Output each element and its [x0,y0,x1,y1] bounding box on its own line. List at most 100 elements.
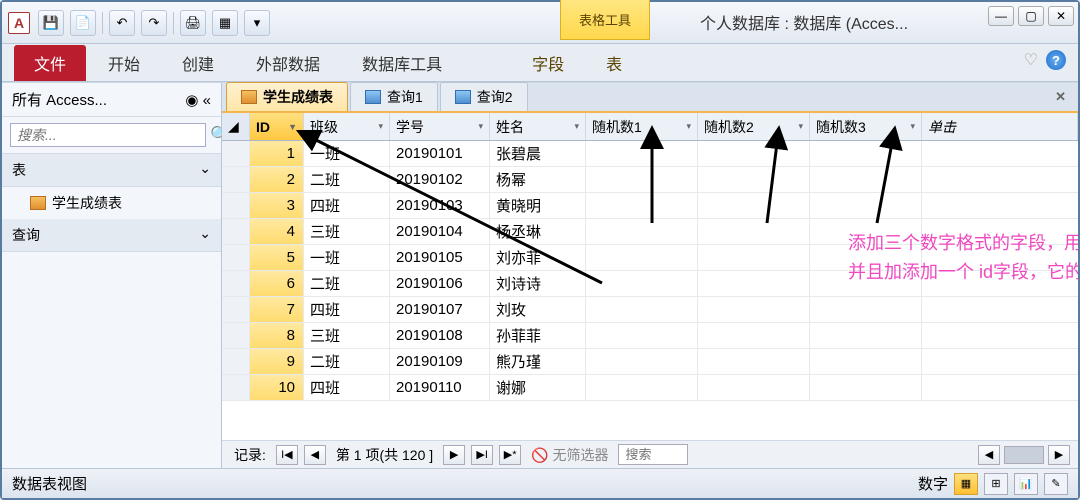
column-header-rnd3[interactable]: 随机数3▾ [810,113,922,140]
cell-sid[interactable]: 20190103 [390,193,490,218]
cell-class[interactable]: 一班 [304,141,390,166]
cell-name[interactable]: 谢娜 [490,375,586,400]
cell-name[interactable]: 刘亦菲 [490,245,586,270]
cell-rnd2[interactable] [698,323,810,348]
table-row[interactable]: 4三班20190104杨丞琳 [222,219,1078,245]
help-button[interactable]: ? [1046,50,1066,70]
chevron-down-icon[interactable]: ▾ [686,121,691,132]
cell-sid[interactable]: 20190101 [390,141,490,166]
save-button[interactable]: 💾 [38,10,64,36]
row-selector[interactable] [222,271,250,296]
cell-rnd1[interactable] [586,219,698,244]
cell-rnd1[interactable] [586,323,698,348]
minimize-button[interactable]: — [988,6,1014,26]
cell-class[interactable]: 二班 [304,271,390,296]
table-row[interactable]: 7四班20190107刘玫 [222,297,1078,323]
view-datasheet-button[interactable]: ▦ [954,473,978,495]
cell-class[interactable]: 二班 [304,167,390,192]
cell-name[interactable]: 刘诗诗 [490,271,586,296]
cell-id[interactable]: 8 [250,323,304,348]
cell-rnd2[interactable] [698,297,810,322]
cell-name[interactable]: 刘玫 [490,297,586,322]
new-button[interactable]: 📄 [70,10,96,36]
recordnav-last[interactable]: ▶I [471,445,493,465]
nav-dropdown-icon[interactable]: ◉ « [185,91,211,109]
cell-rnd1[interactable] [586,375,698,400]
nav-search-input[interactable] [10,123,206,147]
ribbon-tab-file[interactable]: 文件 [14,45,86,81]
cell-name[interactable]: 黄晓明 [490,193,586,218]
undo-button[interactable]: ↶ [109,10,135,36]
row-selector[interactable] [222,245,250,270]
column-header-id[interactable]: ID▼ [250,113,304,140]
doc-close-button[interactable]: ✕ [1049,87,1072,107]
cell-name[interactable]: 熊乃瑾 [490,349,586,374]
recordnav-prev[interactable]: ◀ [304,445,326,465]
cell-class[interactable]: 三班 [304,323,390,348]
grid-body[interactable]: 1一班20190101张碧晨2二班20190102杨幂3四班20190103黄晓… [222,141,1078,440]
cell-id[interactable]: 2 [250,167,304,192]
cell-id[interactable]: 7 [250,297,304,322]
cell-sid[interactable]: 20190107 [390,297,490,322]
cell-name[interactable]: 孙菲菲 [490,323,586,348]
table-row[interactable]: 8三班20190108孙菲菲 [222,323,1078,349]
cell-name[interactable]: 张碧晨 [490,141,586,166]
cell-rnd2[interactable] [698,141,810,166]
cell-rnd2[interactable] [698,219,810,244]
restore-button[interactable]: ▢ [1018,6,1044,26]
scroll-right-button[interactable]: ▶ [1048,445,1070,465]
cell-id[interactable]: 4 [250,219,304,244]
cell-class[interactable]: 四班 [304,375,390,400]
ribbon-tab-home[interactable]: 开始 [88,45,160,81]
nav-item-table[interactable]: 学生成绩表 [2,187,221,219]
cell-sid[interactable]: 20190102 [390,167,490,192]
cell-id[interactable]: 9 [250,349,304,374]
chevron-down-icon[interactable]: ▼ [288,122,297,132]
table-row[interactable]: 9二班20190109熊乃瑾 [222,349,1078,375]
cell-rnd1[interactable] [586,271,698,296]
chevron-down-icon[interactable]: ▾ [574,121,579,132]
cell-rnd1[interactable] [586,245,698,270]
scroll-thumb[interactable] [1004,446,1044,464]
ribbon-tab-external[interactable]: 外部数据 [236,45,340,81]
cell-class[interactable]: 四班 [304,297,390,322]
form-button[interactable]: ▦ [212,10,238,36]
cell-id[interactable]: 6 [250,271,304,296]
cell-rnd1[interactable] [586,297,698,322]
doc-tab-query1[interactable]: 查询1 [350,82,438,111]
row-selector[interactable] [222,167,250,192]
cell-rnd2[interactable] [698,375,810,400]
cell-class[interactable]: 一班 [304,245,390,270]
chevron-down-icon[interactable]: ▾ [910,121,915,132]
cell-rnd3[interactable] [810,141,922,166]
cell-sid[interactable]: 20190105 [390,245,490,270]
cell-rnd3[interactable] [810,245,922,270]
doc-tab-active[interactable]: 学生成绩表 [226,82,348,111]
table-row[interactable]: 6二班20190106刘诗诗 [222,271,1078,297]
table-row[interactable]: 3四班20190103黄晓明 [222,193,1078,219]
print-button[interactable]: 🖨 [180,10,206,36]
recordnav-new[interactable]: ▶* [499,445,521,465]
cell-rnd3[interactable] [810,193,922,218]
cell-rnd2[interactable] [698,271,810,296]
table-row[interactable]: 5一班20190105刘亦菲 [222,245,1078,271]
doc-tab-query2[interactable]: 查询2 [440,82,528,111]
cell-sid[interactable]: 20190108 [390,323,490,348]
cell-rnd1[interactable] [586,193,698,218]
cell-id[interactable]: 1 [250,141,304,166]
cell-name[interactable]: 杨幂 [490,167,586,192]
favorite-icon[interactable]: ♡ [1024,50,1038,70]
chevron-down-icon[interactable]: ▾ [378,121,383,132]
ribbon-tab-dbtools[interactable]: 数据库工具 [342,45,462,81]
recordnav-first[interactable]: I◀ [276,445,298,465]
view-design-button[interactable]: ✎ [1044,473,1068,495]
table-row[interactable]: 2二班20190102杨幂 [222,167,1078,193]
cell-sid[interactable]: 20190109 [390,349,490,374]
cell-sid[interactable]: 20190110 [390,375,490,400]
row-selector[interactable] [222,297,250,322]
cell-rnd2[interactable] [698,349,810,374]
recordnav-next[interactable]: ▶ [443,445,465,465]
cell-id[interactable]: 10 [250,375,304,400]
column-header-name[interactable]: 姓名▾ [490,113,586,140]
row-selector[interactable] [222,193,250,218]
